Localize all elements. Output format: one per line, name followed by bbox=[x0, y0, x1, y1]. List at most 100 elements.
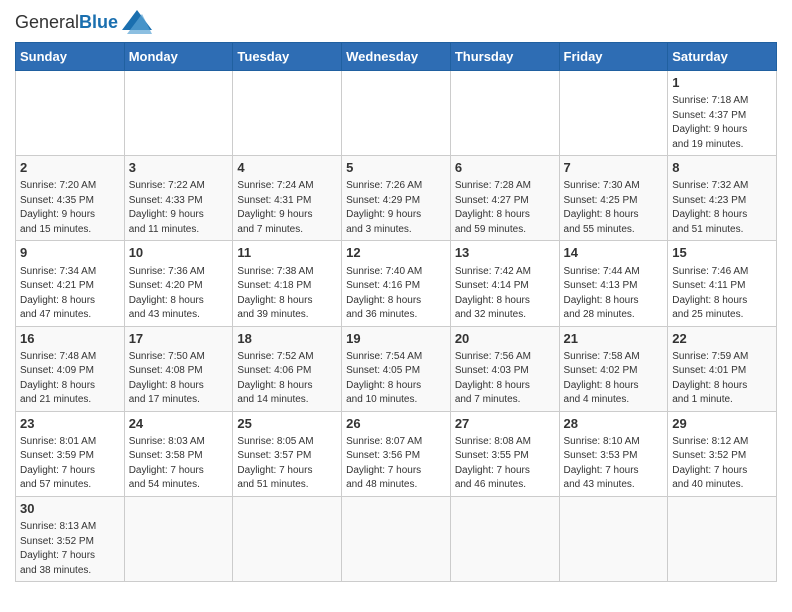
day-info: Sunrise: 8:08 AM Sunset: 3:55 PM Dayligh… bbox=[455, 435, 555, 493]
day-info: Sunrise: 8:07 AM Sunset: 3:56 PM Dayligh… bbox=[346, 435, 446, 493]
day-number: 17 bbox=[129, 330, 229, 348]
day-number: 2 bbox=[20, 159, 120, 177]
calendar-week-2: 2 Sunrise: 7:20 AM Sunset: 4:35 PM Daylig… bbox=[16, 156, 777, 241]
weekday-header-sunday: Sunday bbox=[16, 43, 125, 71]
calendar-day-cell: 8Sunrise: 7:32 AM Sunset: 4:23 PM Daylig… bbox=[668, 156, 777, 241]
weekday-header-monday: Monday bbox=[124, 43, 233, 71]
calendar-day-cell bbox=[450, 71, 559, 156]
day-number: 5 bbox=[346, 159, 446, 177]
day-info: Sunrise: 8:05 AM Sunset: 3:57 PM Dayligh… bbox=[237, 435, 337, 493]
calendar-table: SundayMondayTuesdayWednesdayThursdayFrid… bbox=[15, 42, 777, 582]
day-number: 26 bbox=[346, 415, 446, 433]
day-info: Sunrise: 7:40 AM Sunset: 4:16 PM Dayligh… bbox=[346, 265, 446, 323]
calendar-day-cell: 19Sunrise: 7:54 AM Sunset: 4:05 PM Dayli… bbox=[342, 326, 451, 411]
day-info: Sunrise: 8:13 AM Sunset: 3:52 PM Dayligh… bbox=[20, 520, 120, 578]
day-info: Sunrise: 7:50 AM Sunset: 4:08 PM Dayligh… bbox=[129, 350, 229, 408]
weekday-header-friday: Friday bbox=[559, 43, 668, 71]
weekday-header-wednesday: Wednesday bbox=[342, 43, 451, 71]
day-info: Sunrise: 7:34 AM Sunset: 4:21 PM Dayligh… bbox=[20, 265, 120, 323]
weekday-header-saturday: Saturday bbox=[668, 43, 777, 71]
day-number: 7 bbox=[564, 159, 664, 177]
day-info: Sunrise: 7:59 AM Sunset: 4:01 PM Dayligh… bbox=[672, 350, 772, 408]
calendar-day-cell: 4 Sunrise: 7:24 AM Sunset: 4:31 PM Daylig… bbox=[233, 156, 342, 241]
day-info: Sunrise: 7:18 AM Sunset: 4:37 PM Dayligh… bbox=[672, 94, 772, 152]
calendar-day-cell: 25 Sunrise: 8:05 AM Sunset: 3:57 PM Dayli… bbox=[233, 411, 342, 496]
day-number: 4 bbox=[237, 159, 337, 177]
day-number: 21 bbox=[564, 330, 664, 348]
day-number: 12 bbox=[346, 244, 446, 262]
day-info: Sunrise: 8:01 AM Sunset: 3:59 PM Dayligh… bbox=[20, 435, 120, 493]
calendar-week-6: 30 Sunrise: 8:13 AM Sunset: 3:52 PM Dayli… bbox=[16, 496, 777, 581]
calendar-day-cell: 15 Sunrise: 7:46 AM Sunset: 4:11 PM Dayli… bbox=[668, 241, 777, 326]
calendar-day-cell bbox=[124, 496, 233, 581]
day-info: Sunrise: 8:10 AM Sunset: 3:53 PM Dayligh… bbox=[564, 435, 664, 493]
calendar-week-1: 1 Sunrise: 7:18 AM Sunset: 4:37 PM Daylig… bbox=[16, 71, 777, 156]
weekday-header-thursday: Thursday bbox=[450, 43, 559, 71]
day-number: 6 bbox=[455, 159, 555, 177]
calendar-day-cell: 1 Sunrise: 7:18 AM Sunset: 4:37 PM Daylig… bbox=[668, 71, 777, 156]
day-info: Sunrise: 7:52 AM Sunset: 4:06 PM Dayligh… bbox=[237, 350, 337, 408]
day-info: Sunrise: 7:44 AM Sunset: 4:13 PM Dayligh… bbox=[564, 265, 664, 323]
calendar-day-cell: 9 Sunrise: 7:34 AM Sunset: 4:21 PM Daylig… bbox=[16, 241, 125, 326]
day-number: 23 bbox=[20, 415, 120, 433]
day-info: Sunrise: 8:03 AM Sunset: 3:58 PM Dayligh… bbox=[129, 435, 229, 493]
day-info: Sunrise: 7:54 AM Sunset: 4:05 PM Dayligh… bbox=[346, 350, 446, 408]
logo-text: General bbox=[15, 12, 79, 32]
calendar-day-cell: 2 Sunrise: 7:20 AM Sunset: 4:35 PM Daylig… bbox=[16, 156, 125, 241]
day-number: 15 bbox=[672, 244, 772, 262]
day-info: Sunrise: 7:30 AM Sunset: 4:25 PM Dayligh… bbox=[564, 179, 664, 237]
day-number: 11 bbox=[237, 244, 337, 262]
calendar-day-cell: 6Sunrise: 7:28 AM Sunset: 4:27 PM Daylig… bbox=[450, 156, 559, 241]
calendar-day-cell: 30 Sunrise: 8:13 AM Sunset: 3:52 PM Dayli… bbox=[16, 496, 125, 581]
calendar-day-cell: 24Sunrise: 8:03 AM Sunset: 3:58 PM Dayli… bbox=[124, 411, 233, 496]
calendar-day-cell: 3Sunrise: 7:22 AM Sunset: 4:33 PM Daylig… bbox=[124, 156, 233, 241]
day-number: 29 bbox=[672, 415, 772, 433]
page-header: GeneralBlue bbox=[15, 10, 777, 34]
day-info: Sunrise: 7:48 AM Sunset: 4:09 PM Dayligh… bbox=[20, 350, 120, 408]
day-info: Sunrise: 7:36 AM Sunset: 4:20 PM Dayligh… bbox=[129, 265, 229, 323]
day-number: 1 bbox=[672, 74, 772, 92]
day-info: Sunrise: 7:26 AM Sunset: 4:29 PM Dayligh… bbox=[346, 179, 446, 237]
day-info: Sunrise: 7:20 AM Sunset: 4:35 PM Dayligh… bbox=[20, 179, 120, 237]
logo-icon bbox=[122, 10, 152, 34]
calendar-day-cell: 21 Sunrise: 7:58 AM Sunset: 4:02 PM Dayli… bbox=[559, 326, 668, 411]
calendar-day-cell: 26 Sunrise: 8:07 AM Sunset: 3:56 PM Dayli… bbox=[342, 411, 451, 496]
day-info: Sunrise: 7:46 AM Sunset: 4:11 PM Dayligh… bbox=[672, 265, 772, 323]
day-number: 9 bbox=[20, 244, 120, 262]
day-info: Sunrise: 7:22 AM Sunset: 4:33 PM Dayligh… bbox=[129, 179, 229, 237]
calendar-day-cell bbox=[233, 71, 342, 156]
day-number: 10 bbox=[129, 244, 229, 262]
calendar-day-cell bbox=[668, 496, 777, 581]
calendar-day-cell: 14 Sunrise: 7:44 AM Sunset: 4:13 PM Dayli… bbox=[559, 241, 668, 326]
calendar-day-cell bbox=[233, 496, 342, 581]
calendar-day-cell bbox=[559, 71, 668, 156]
calendar-day-cell: 18Sunrise: 7:52 AM Sunset: 4:06 PM Dayli… bbox=[233, 326, 342, 411]
calendar-week-3: 9 Sunrise: 7:34 AM Sunset: 4:21 PM Daylig… bbox=[16, 241, 777, 326]
calendar-day-cell bbox=[342, 71, 451, 156]
day-number: 28 bbox=[564, 415, 664, 433]
day-info: Sunrise: 7:58 AM Sunset: 4:02 PM Dayligh… bbox=[564, 350, 664, 408]
calendar-day-cell: 12 Sunrise: 7:40 AM Sunset: 4:16 PM Dayli… bbox=[342, 241, 451, 326]
day-info: Sunrise: 7:42 AM Sunset: 4:14 PM Dayligh… bbox=[455, 265, 555, 323]
logo-blue-text: Blue bbox=[79, 12, 118, 32]
calendar-day-cell bbox=[559, 496, 668, 581]
weekday-header-row: SundayMondayTuesdayWednesdayThursdayFrid… bbox=[16, 43, 777, 71]
calendar-day-cell: 5 Sunrise: 7:26 AM Sunset: 4:29 PM Daylig… bbox=[342, 156, 451, 241]
day-info: Sunrise: 7:56 AM Sunset: 4:03 PM Dayligh… bbox=[455, 350, 555, 408]
calendar-day-cell: 17 Sunrise: 7:50 AM Sunset: 4:08 PM Dayli… bbox=[124, 326, 233, 411]
day-number: 30 bbox=[20, 500, 120, 518]
day-number: 13 bbox=[455, 244, 555, 262]
calendar-week-5: 23 Sunrise: 8:01 AM Sunset: 3:59 PM Dayli… bbox=[16, 411, 777, 496]
day-number: 25 bbox=[237, 415, 337, 433]
day-number: 16 bbox=[20, 330, 120, 348]
calendar-day-cell: 27Sunrise: 8:08 AM Sunset: 3:55 PM Dayli… bbox=[450, 411, 559, 496]
day-number: 14 bbox=[564, 244, 664, 262]
calendar-day-cell: 13 Sunrise: 7:42 AM Sunset: 4:14 PM Dayli… bbox=[450, 241, 559, 326]
calendar-day-cell: 20Sunrise: 7:56 AM Sunset: 4:03 PM Dayli… bbox=[450, 326, 559, 411]
day-info: Sunrise: 7:24 AM Sunset: 4:31 PM Dayligh… bbox=[237, 179, 337, 237]
day-info: Sunrise: 8:12 AM Sunset: 3:52 PM Dayligh… bbox=[672, 435, 772, 493]
calendar-day-cell: 23 Sunrise: 8:01 AM Sunset: 3:59 PM Dayli… bbox=[16, 411, 125, 496]
calendar-day-cell: 7 Sunrise: 7:30 AM Sunset: 4:25 PM Daylig… bbox=[559, 156, 668, 241]
calendar-day-cell bbox=[342, 496, 451, 581]
day-info: Sunrise: 7:32 AM Sunset: 4:23 PM Dayligh… bbox=[672, 179, 772, 237]
